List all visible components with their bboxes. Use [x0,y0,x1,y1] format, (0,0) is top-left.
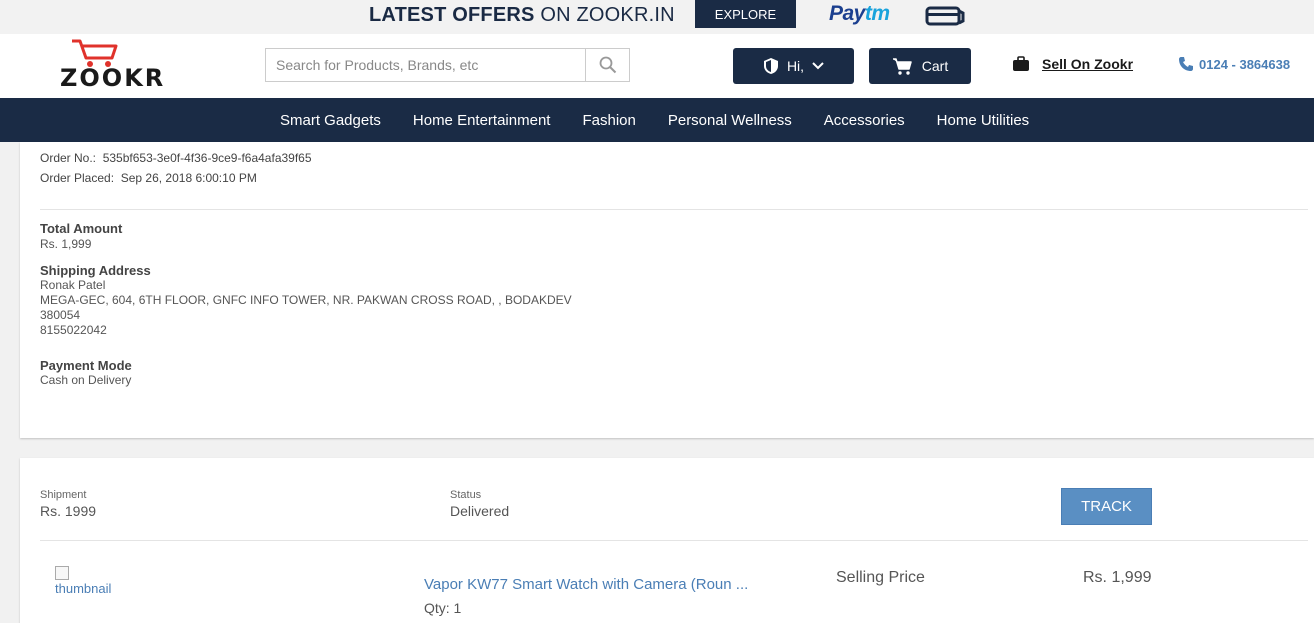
cart-icon [892,58,912,75]
nav-item-personal-wellness[interactable]: Personal Wellness [652,112,808,129]
order-placed-date: Sep 26, 2018 6:00:10 PM [120,171,257,185]
phone-number: 0124 - 3864638 [1199,56,1291,72]
shipping-address-label: Shipping Address [40,263,151,278]
phone-icon [1179,57,1193,71]
status-value: Delivered [450,503,510,519]
ship-zip: 380054 [40,308,81,322]
payment-mode-value: Cash on Delivery [40,373,132,387]
shield-icon [763,58,778,74]
account-button[interactable]: Hi, [733,48,854,84]
phone-contact[interactable]: 0124 - 3864638 [1178,56,1290,72]
order-details-card: Order No.: 535bf653-3e0f-4f36-9ce9-f6a4a… [20,142,1314,438]
explore-button[interactable]: EXPLORE [695,0,796,28]
offer-text: LATEST OFFERS ON ZOOKR.IN [369,4,675,26]
sell-label: Sell On Zookr [1042,56,1134,72]
nav-item-smart-gadgets[interactable]: Smart Gadgets [264,112,397,129]
logo-text: ZOOKR [60,64,166,92]
nav-items: Smart Gadgets Home Entertainment Fashion Pe… [264,98,1045,142]
payment-mode-label: Payment Mode [40,358,132,373]
cart-button[interactable]: Cart [869,48,971,84]
broken-image-icon [55,566,69,580]
shipment-label: Shipment [40,489,87,501]
sell-on-zookr-link[interactable]: Sell On Zookr [1012,56,1133,72]
nav-item-fashion[interactable]: Fashion [566,112,651,129]
selling-price-label: Selling Price [836,569,925,586]
shipment-card: Shipment Rs. 1999 Status Delivered TRACK… [20,458,1314,623]
divider [40,540,1308,541]
shipment-value: Rs. 1999 [40,503,97,519]
nav-item-home-entertainment[interactable]: Home Entertainment [397,112,567,129]
track-button[interactable]: TRACK [1061,488,1152,525]
header: ZOOKR Hi, Cart Se [0,34,1314,98]
ship-phone: 8155022042 [40,323,107,337]
credit-card-icon[interactable] [925,5,967,32]
ship-address-line: MEGA-GEC, 604, 6TH FLOOR, GNFC INFO TOWE… [40,293,572,307]
category-nav: Smart Gadgets Home Entertainment Fashion Pe… [0,98,1314,142]
nav-item-accessories[interactable]: Accessories [808,112,921,129]
product-qty: Qty: 1 [424,600,462,616]
product-thumbnail[interactable]: thumbnail [55,566,145,598]
nav-item-home-utilities[interactable]: Home Utilities [921,112,1046,129]
search-icon [599,56,616,74]
total-amount-value: Rs. 1,999 [40,237,92,251]
order-number: 535bf653-3e0f-4f36-9ce9-f6a4afa39f65 [102,151,312,165]
briefcase-icon [1013,56,1029,71]
status-label: Status [450,489,482,501]
product-name-link[interactable]: Vapor KW77 Smart Watch with Camera (Roun… [424,576,748,593]
greeting-label: Hi, [786,58,805,74]
order-placed-row: Order Placed: Sep 26, 2018 6:00:10 PM [40,171,257,185]
selling-price-value: Rs. 1,999 [1083,569,1152,586]
search-bar [265,48,630,82]
search-input[interactable] [266,49,586,81]
search-button[interactable] [585,49,629,81]
order-number-row: Order No.: 535bf653-3e0f-4f36-9ce9-f6a4a… [40,151,312,165]
total-amount-label: Total Amount [40,221,123,236]
thumbnail-alt-text: thumbnail [55,581,112,596]
divider [40,209,1308,210]
zookr-logo[interactable]: ZOOKR [60,38,170,94]
paytm-logo[interactable]: Paytm [829,2,890,26]
ship-name: Ronak Patel [40,278,106,292]
offer-bar: LATEST OFFERS ON ZOOKR.IN EXPLORE Paytm [0,0,1314,34]
chevron-down-icon [812,62,824,70]
cart-label: Cart [921,58,949,74]
